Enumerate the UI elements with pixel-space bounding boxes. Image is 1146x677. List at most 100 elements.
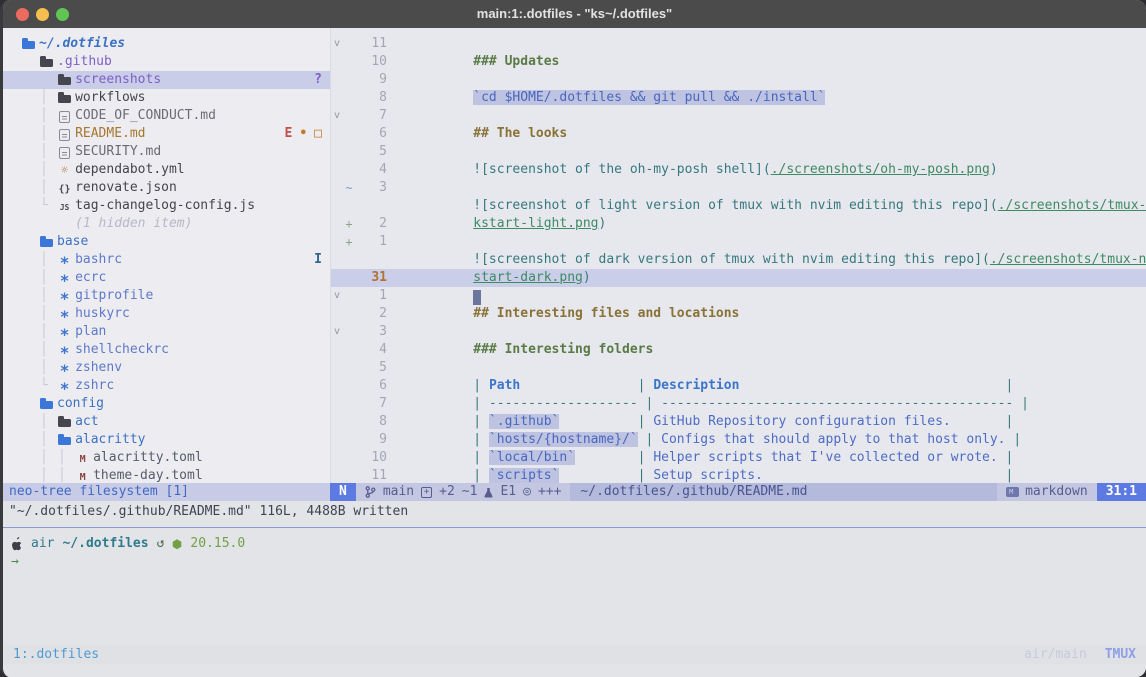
node-icon: [172, 539, 182, 550]
tree-item-icon: [58, 414, 71, 430]
tree-item[interactable]: │ bashrc I: [3, 251, 330, 269]
tree-item[interactable]: ││ theme-day.toml: [3, 467, 330, 483]
tree-item[interactable]: ││ alacritty.toml: [3, 449, 330, 467]
tree-item[interactable]: │ huskyrc: [3, 305, 330, 323]
fold-icon[interactable]: v: [331, 35, 343, 53]
tmux-window-item[interactable]: 1:.dotfiles: [13, 646, 99, 664]
line-number: 11: [355, 35, 387, 53]
tree-item-badge: E: [285, 125, 293, 143]
tree-item[interactable]: └ zshrc: [3, 377, 330, 395]
tree-item-label: alacritty: [75, 431, 145, 449]
tree-item[interactable]: base: [3, 233, 330, 251]
tree-item-label: alacritty.toml: [93, 449, 203, 467]
tree-item-label: renovate.json: [75, 179, 177, 197]
line-text: [387, 449, 1146, 483]
tree-item[interactable]: (1 hidden item): [3, 215, 330, 233]
tree-item[interactable]: │ plan: [3, 323, 330, 341]
tree-item-label: gitprofile: [75, 287, 153, 305]
prompt-host: air: [31, 535, 54, 553]
tree-item-icon: [58, 270, 71, 286]
tree-item-label: base: [57, 233, 88, 251]
tree-item[interactable]: .github: [3, 53, 330, 71]
tree-item[interactable]: │ README.md E•□: [3, 125, 330, 143]
tree-item[interactable]: └ tag-changelog-config.js: [3, 197, 330, 215]
zoom-button[interactable]: [56, 8, 69, 21]
tree-guide-lines: │: [22, 269, 58, 287]
prompt-cwd: ~/.dotfiles: [62, 535, 148, 553]
tree-guide-lines: [22, 71, 58, 89]
tree-item[interactable]: ~/.dotfiles: [3, 35, 330, 53]
tree-item[interactable]: │ SECURITY.md: [3, 143, 330, 161]
prompt-input[interactable]: →: [3, 553, 1146, 571]
tree-item[interactable]: │ renovate.json: [3, 179, 330, 197]
tree-item[interactable]: screenshots ?: [3, 71, 330, 89]
line-number: 11: [355, 467, 387, 483]
status-row: neo-tree filesystem [1] N main +2 ~1 E1: [3, 483, 1146, 501]
git-branch: main: [383, 483, 414, 501]
apple-icon: [11, 537, 23, 551]
tree-item-label: SECURITY.md: [75, 143, 161, 161]
filetype-label: markdown: [1025, 483, 1088, 501]
line-number: 2: [355, 305, 387, 323]
tree-item-label: zshrc: [75, 377, 114, 395]
git-refresh-icon: [157, 535, 165, 553]
tree-item-label: tag-changelog-config.js: [75, 197, 255, 215]
tree-guide-lines: [22, 395, 40, 413]
line-number: 4: [355, 341, 387, 359]
tree-item-icon: [58, 90, 71, 106]
tree-item-icon: [58, 162, 71, 178]
tree-item[interactable]: config: [3, 395, 330, 413]
fold-icon[interactable]: v: [331, 287, 343, 305]
tree-item-icon: [58, 72, 71, 88]
file-tree: ~/.dotfiles .github: [3, 28, 330, 483]
diff-icon: [421, 487, 432, 498]
tree-item-label: CODE_OF_CONDUCT.md: [75, 107, 216, 125]
tree-guide-lines: │: [22, 341, 58, 359]
tree-guide-lines: ││: [22, 449, 76, 467]
tree-item-icon: [58, 324, 71, 340]
minimize-button[interactable]: [36, 8, 49, 21]
tree-item-icon: [58, 108, 71, 124]
tree-item[interactable]: │ act: [3, 413, 330, 431]
line-number: 10: [355, 449, 387, 467]
tree-item[interactable]: │ alacritty: [3, 431, 330, 449]
diff-added: +2: [439, 483, 455, 501]
tmux-session: air/main: [1024, 646, 1087, 664]
close-button[interactable]: [16, 8, 29, 21]
tree-item-label: plan: [75, 323, 106, 341]
tree-item[interactable]: │ shellcheckrc: [3, 341, 330, 359]
terminal-empty-area: [3, 571, 1146, 645]
tree-guide-lines: ││: [22, 467, 76, 483]
tree-guide-lines: │: [22, 359, 58, 377]
line-number: 9: [355, 431, 387, 449]
tree-item-label: dependabot.yml: [75, 161, 185, 179]
tree-item[interactable]: │ ecrc: [3, 269, 330, 287]
tree-item-icon: [58, 144, 71, 160]
mode-indicator: N: [330, 483, 356, 501]
tree-item-icon: [58, 198, 71, 214]
tree-guide-lines: │: [22, 413, 58, 431]
statusline: N main +2 ~1 E1 +++ ~/.dotfiles: [330, 483, 1146, 501]
tree-item-icon: [40, 396, 53, 412]
tree-item[interactable]: │ CODE_OF_CONDUCT.md: [3, 107, 330, 125]
fold-icon[interactable]: v: [331, 107, 343, 125]
tree-item[interactable]: │ workflows: [3, 89, 330, 107]
line-number: 4: [355, 161, 387, 179]
diff-changed: ~1: [462, 483, 478, 501]
tree-guide-lines: └: [22, 377, 58, 395]
tree-item-icon: [22, 36, 35, 52]
line-number: 6: [355, 125, 387, 143]
line-number: 2: [355, 215, 387, 233]
tree-item[interactable]: │ dependabot.yml: [3, 161, 330, 179]
tree-item-label: zshenv: [75, 359, 122, 377]
tree-item-label: (1 hidden item): [75, 215, 192, 233]
line-number: 5: [355, 359, 387, 377]
line-number: 1: [355, 287, 387, 305]
tree-item[interactable]: │ zshenv: [3, 359, 330, 377]
tree-guide-lines: [22, 53, 40, 71]
node-version: 20.15.0: [190, 535, 245, 553]
tree-item[interactable]: │ gitprofile: [3, 287, 330, 305]
fold-icon[interactable]: v: [331, 323, 343, 341]
editor-line[interactable]: 11: [331, 467, 1146, 483]
line-number: 8: [355, 413, 387, 431]
